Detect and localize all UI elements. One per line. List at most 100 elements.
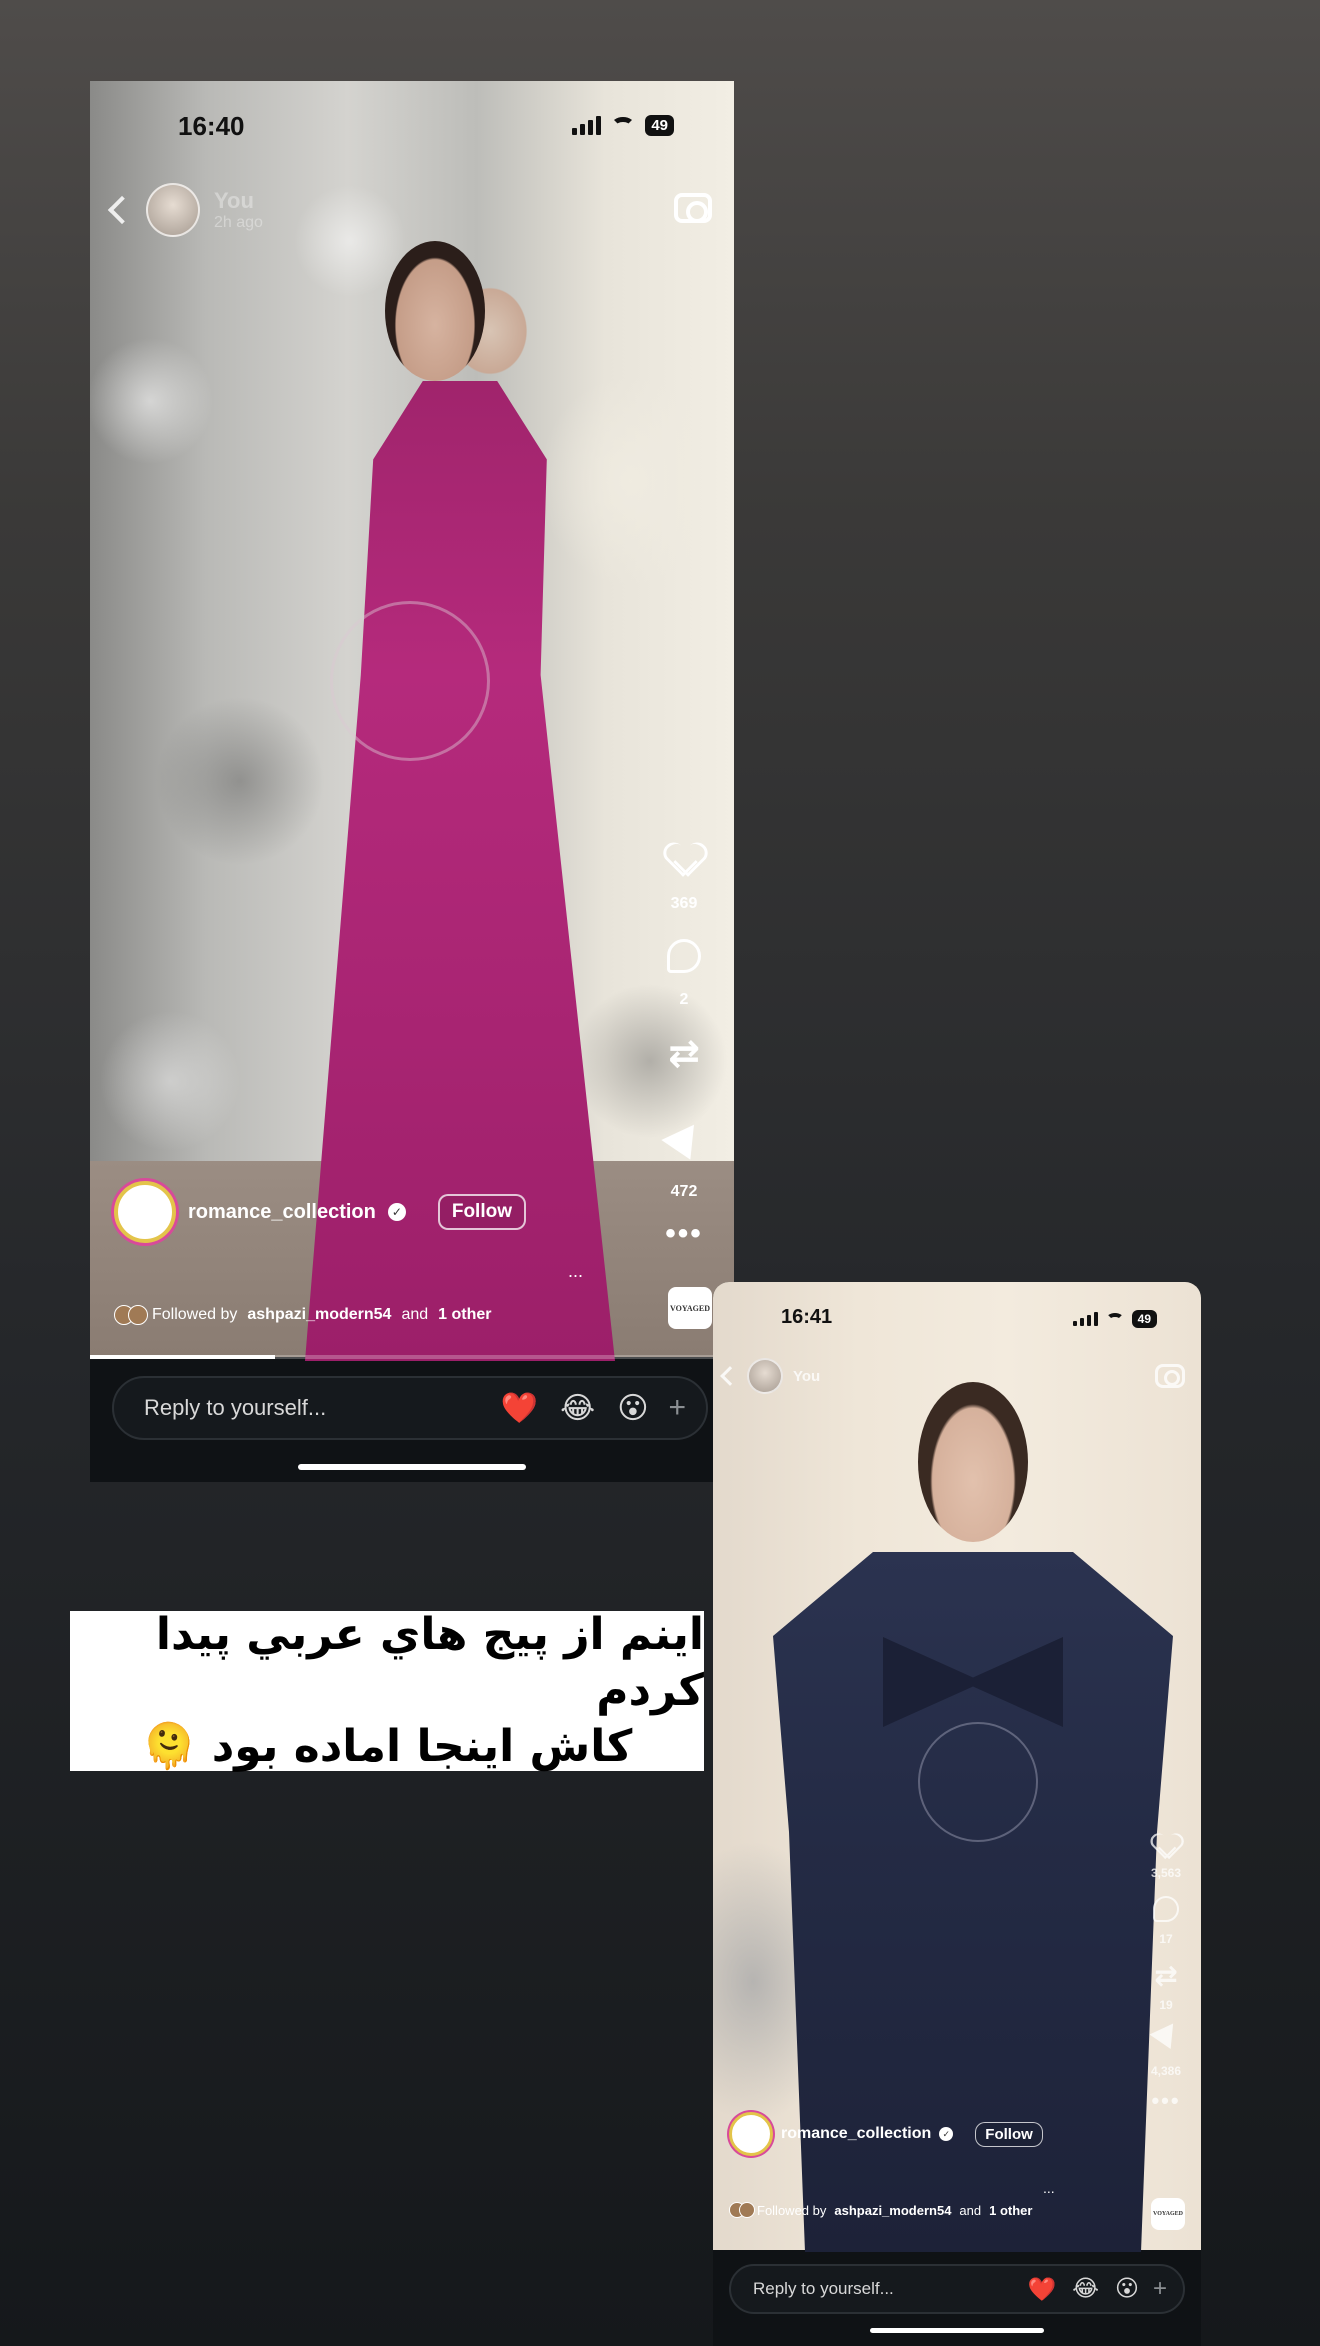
heart-icon	[667, 843, 701, 873]
home-indicator[interactable]	[298, 1464, 526, 1470]
plus-icon[interactable]: +	[668, 1391, 686, 1425]
like-button[interactable]: 3,563	[1149, 1830, 1183, 1884]
followed-by-prefix: Followed by	[152, 1306, 238, 1323]
wifi-icon	[611, 116, 636, 135]
caption-ellipsis[interactable]: ...	[1043, 2180, 1055, 2196]
like-count: 3,563	[1150, 1866, 1182, 1880]
story-progress-bar	[90, 1355, 734, 1359]
more-options-icon[interactable]: •••	[665, 1219, 703, 1249]
story-timestamp: 2h ago	[214, 214, 263, 231]
heart-emoji-reaction[interactable]: ❤️	[1027, 2276, 1056, 2303]
surprised-emoji-reaction[interactable]: 😮	[617, 1391, 648, 1426]
verified-badge-icon: ✓	[939, 2127, 954, 2141]
send-icon	[661, 1124, 707, 1168]
reply-placeholder[interactable]: Reply to yourself...	[144, 1395, 479, 1421]
story-screenshot-2: 16:41 49 You 3,563 17 ⇄ 19 4,386 ••• rom…	[713, 1282, 1201, 2346]
reply-input[interactable]: Reply to yourself... ❤️ 😂 😮 +	[112, 1376, 708, 1440]
cellular-signal-icon	[1072, 1312, 1098, 1326]
model-head	[918, 1382, 1028, 1542]
back-icon[interactable]	[720, 1366, 740, 1386]
repost-button[interactable]: ⇄ 19	[1154, 1962, 1177, 2016]
home-indicator[interactable]	[870, 2328, 1044, 2333]
caption-sticker: اینم از پیج هاي عربي پیدا کردم کاش اینجا…	[70, 1609, 704, 1772]
like-button[interactable]: 369	[667, 843, 701, 913]
comment-count: 17	[1159, 1932, 1173, 1946]
status-icons: 49	[572, 115, 674, 136]
followed-by-connector: and	[401, 1306, 429, 1323]
followed-by-prefix: Followed by	[757, 2202, 827, 2218]
repost-icon: ⇄	[668, 1033, 700, 1075]
comment-button[interactable]: 17	[1153, 1896, 1179, 1950]
followed-by-row: Followed by ashpazi_modern54 and 1 other	[114, 1305, 491, 1325]
audio-thumbnail[interactable]: VOYAGED	[1151, 2198, 1185, 2230]
plus-icon[interactable]: +	[1153, 2275, 1167, 2303]
share-button[interactable]: 4,386	[1149, 2023, 1183, 2082]
avatar[interactable]	[146, 183, 200, 237]
verified-badge-icon: ✓	[387, 1203, 406, 1221]
heart-emoji-reaction[interactable]: ❤️	[501, 1391, 538, 1426]
surprised-emoji-reaction[interactable]: 😮	[1115, 2276, 1139, 2302]
status-icons: 49	[1072, 1310, 1157, 1328]
story-header: You	[720, 1358, 820, 1394]
creator-row: romance_collection ✓ Follow	[729, 2112, 1043, 2156]
followed-by-user: ashpazi_modern54	[247, 1306, 392, 1323]
caption-line-1: اینم از پیج هاي عربي پیدا کردم	[155, 1609, 704, 1716]
follower-avatars	[114, 1305, 148, 1325]
story-photo-magenta-dress	[90, 81, 734, 1361]
repost-button[interactable]: ⇄	[668, 1035, 700, 1105]
comment-icon	[667, 939, 701, 973]
battery-level: 49	[645, 115, 674, 136]
repost-icon: ⇄	[1154, 1960, 1178, 1991]
creator-username[interactable]: romance_collection	[188, 1201, 376, 1224]
caption-line-2: کاش اینجا اماده بود 🫠	[141, 1721, 633, 1772]
status-time: 16:40	[178, 111, 245, 141]
back-icon[interactable]	[107, 195, 137, 225]
story-username[interactable]: You	[793, 1368, 820, 1385]
laughing-emoji-reaction[interactable]: 😂	[1072, 2276, 1099, 2302]
battery-level: 49	[1131, 1310, 1157, 1328]
comment-button[interactable]: 2	[667, 939, 701, 1009]
share-count: 472	[670, 1183, 698, 1200]
story-header: You 2h ago	[107, 183, 263, 237]
story-username[interactable]: You	[214, 188, 263, 214]
heart-icon	[1153, 1834, 1179, 1857]
reply-input[interactable]: Reply to yourself... ❤️ 😂 😮 +	[729, 2264, 1185, 2314]
share-button[interactable]: 472	[661, 1124, 707, 1201]
followed-by-connector: and	[959, 2202, 982, 2218]
followed-by-row: Followed by ashpazi_modern54 and 1 other	[729, 2202, 1032, 2218]
cellular-signal-icon	[572, 116, 602, 135]
laughing-emoji-reaction[interactable]: 😂	[560, 1391, 595, 1426]
comment-icon	[1153, 1896, 1179, 1922]
brand-watermark	[918, 1722, 1038, 1842]
caption-ellipsis[interactable]: ...	[568, 1261, 583, 1282]
creator-row: romance_collection ✓ Follow	[114, 1181, 526, 1243]
audio-thumbnail[interactable]: VOYAGED	[668, 1287, 712, 1329]
creator-avatar[interactable]	[114, 1181, 176, 1243]
camera-icon[interactable]	[674, 193, 712, 223]
status-time: 16:41	[781, 1306, 833, 1328]
followed-by-user: ashpazi_modern54	[834, 2202, 952, 2218]
story-screenshot-1: 16:40 49 You 2h ago 369 2 ⇄ 472 ••• roma…	[90, 81, 734, 1482]
followed-by-others: 1 other	[438, 1306, 492, 1323]
follower-avatars	[729, 2202, 755, 2218]
send-icon	[1149, 2023, 1183, 2055]
wifi-icon	[1105, 1312, 1124, 1326]
share-count: 4,386	[1150, 2064, 1182, 2078]
like-count: 369	[670, 895, 698, 912]
reel-actions: 369 2 ⇄ 472 •••	[654, 843, 714, 1267]
follow-button[interactable]: Follow	[437, 1194, 526, 1230]
comment-count: 2	[679, 991, 689, 1008]
creator-username[interactable]: romance_collection	[781, 2125, 931, 2143]
brand-watermark	[330, 601, 490, 761]
reply-placeholder[interactable]: Reply to yourself...	[753, 2279, 1011, 2299]
repost-count: 19	[1159, 1998, 1173, 2012]
camera-icon[interactable]	[1155, 1364, 1185, 1388]
creator-avatar[interactable]	[729, 2112, 773, 2156]
follow-button[interactable]: Follow	[975, 2121, 1043, 2147]
followed-by-others: 1 other	[989, 2202, 1033, 2218]
story-photo-navy-dress	[713, 1282, 1201, 2252]
model-head	[385, 241, 485, 381]
reel-actions: 3,563 17 ⇄ 19 4,386 •••	[1143, 1830, 1189, 2120]
avatar[interactable]	[747, 1358, 783, 1394]
more-options-icon[interactable]: •••	[1151, 2090, 1180, 2112]
